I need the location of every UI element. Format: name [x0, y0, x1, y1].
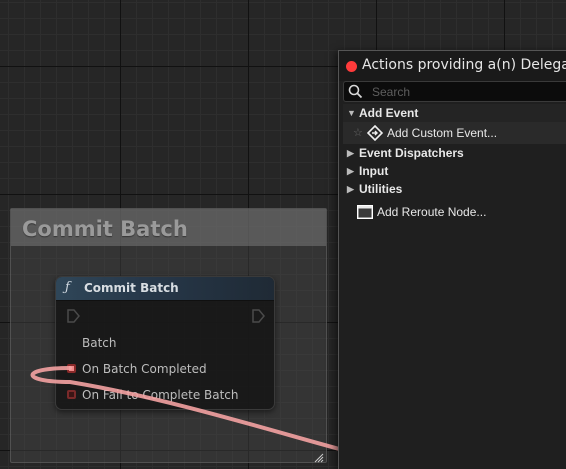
- category-add-event[interactable]: ▼ Add Event: [343, 104, 566, 122]
- collapsed-arrow-icon[interactable]: ▶: [347, 162, 354, 180]
- category-event-dispatchers[interactable]: ▶ Event Dispatchers: [343, 144, 566, 162]
- expanded-arrow-icon[interactable]: ▼: [347, 104, 356, 122]
- menu-title: Actions providing a(n) Delegate: [362, 57, 566, 73]
- search-box[interactable]: [343, 81, 566, 102]
- reroute-node-icon: [357, 205, 373, 219]
- category-utilities[interactable]: ▶ Utilities: [343, 180, 566, 198]
- action-tree: ▼ Add Event ☆ Add Custom Event... ▶ Even…: [343, 104, 566, 224]
- context-action-menu[interactable]: Actions providing a(n) Delegate ▼ Add Ev…: [338, 50, 566, 469]
- menu-titlebar: Actions providing a(n) Delegate: [339, 51, 566, 81]
- favorite-star-icon[interactable]: ☆: [353, 126, 363, 139]
- custom-event-icon: [367, 125, 383, 141]
- category-input[interactable]: ▶ Input: [343, 162, 566, 180]
- search-input[interactable]: [372, 83, 566, 101]
- collapsed-arrow-icon[interactable]: ▶: [347, 144, 354, 162]
- search-icon: [348, 84, 363, 99]
- action-add-custom-event[interactable]: ☆ Add Custom Event...: [343, 122, 566, 144]
- action-add-reroute-node[interactable]: Add Reroute Node...: [343, 200, 566, 224]
- delegate-dot-icon: [346, 61, 357, 72]
- collapsed-arrow-icon[interactable]: ▶: [347, 180, 354, 198]
